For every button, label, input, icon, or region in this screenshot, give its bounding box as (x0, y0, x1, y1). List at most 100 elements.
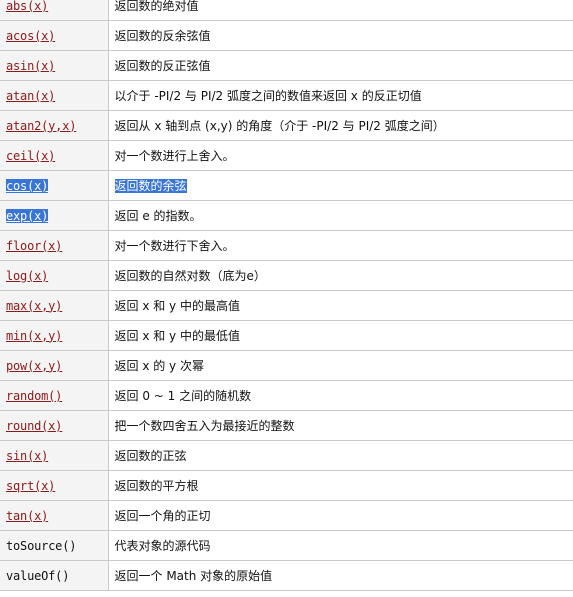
method-description-cell: 返回 e 的指数。 (108, 200, 573, 231)
method-name: toSource() (6, 538, 77, 553)
method-description-cell: 返回从 x 轴到点 (x,y) 的角度（介于 -PI/2 与 PI/2 弧度之间… (108, 110, 573, 141)
table-row: acos(x) 返回数的反余弦值 (0, 20, 573, 51)
method-description: 返回数的绝对值 (114, 0, 199, 13)
method-link[interactable]: ceil(x) (6, 149, 55, 163)
method-description-cell: 返回数的正弦 (108, 440, 573, 471)
table-row: round(x) 把一个数四舍五入为最接近的整数 (0, 410, 573, 441)
method-description: 对一个数进行上舍入。 (114, 149, 235, 163)
method-link[interactable]: cos(x) (6, 178, 48, 193)
method-name-cell: sin(x) (0, 440, 109, 471)
method-description-cell: 对一个数进行下舍入。 (108, 230, 573, 261)
method-name-cell: random() (0, 380, 109, 411)
method-description: 返回数的反余弦值 (114, 29, 211, 43)
method-name: valueOf() (6, 568, 70, 583)
method-link[interactable]: exp(x) (6, 208, 48, 223)
method-description-cell: 把一个数四舍五入为最接近的整数 (108, 410, 573, 441)
method-description: 返回数的反正弦值 (114, 59, 211, 73)
method-description: 返回数的正弦 (114, 449, 187, 463)
table-row: cos(x) 返回数的余弦 (0, 170, 573, 201)
method-description: 返回 x 的 y 次幂 (114, 359, 204, 373)
method-description: 返回数的平方根 (114, 479, 199, 493)
method-description: 以介于 -PI/2 与 PI/2 弧度之间的数值来返回 x 的反正切值 (114, 89, 422, 103)
table-row: atan(x) 以介于 -PI/2 与 PI/2 弧度之间的数值来返回 x 的反正… (0, 80, 573, 111)
table-row: min(x,y) 返回 x 和 y 中的最低值 (0, 320, 573, 351)
table-row: max(x,y) 返回 x 和 y 中的最高值 (0, 290, 573, 321)
method-description-cell: 返回数的自然对数（底为e） (108, 260, 573, 291)
method-description-cell: 返回数的反余弦值 (108, 20, 573, 51)
method-description: 返回一个角的正切 (114, 509, 211, 523)
method-description: 返回 e 的指数。 (114, 209, 202, 223)
method-name-cell: pow(x,y) (0, 350, 109, 381)
table-row: ceil(x) 对一个数进行上舍入。 (0, 140, 573, 171)
method-description: 把一个数四舍五入为最接近的整数 (114, 419, 295, 433)
method-description-cell: 返回 x 和 y 中的最高值 (108, 290, 573, 321)
method-link[interactable]: min(x,y) (6, 329, 62, 343)
math-methods-table-body: abs(x) 返回数的绝对值 acos(x) 返回数的反余弦值 asin(x) 返回数的反… (0, 0, 573, 591)
table-row: exp(x) 返回 e 的指数。 (0, 200, 573, 231)
method-link[interactable]: tan(x) (6, 509, 48, 523)
method-link[interactable]: atan2(y,x) (6, 119, 76, 133)
method-name-cell: cos(x) (0, 170, 109, 201)
method-name-cell: round(x) (0, 410, 109, 441)
table-row: abs(x) 返回数的绝对值 (0, 0, 573, 21)
method-link[interactable]: log(x) (6, 269, 48, 283)
method-description: 返回 x 和 y 中的最高值 (114, 299, 240, 313)
method-name-cell: sqrt(x) (0, 470, 109, 501)
method-description-cell: 返回数的绝对值 (108, 0, 573, 21)
method-description: 返回一个 Math 对象的原始值 (114, 569, 273, 583)
method-description: 代表对象的源代码 (114, 539, 211, 553)
method-description-cell: 返回 x 的 y 次幂 (108, 350, 573, 381)
method-description-cell: 以介于 -PI/2 与 PI/2 弧度之间的数值来返回 x 的反正切值 (108, 80, 573, 111)
method-name-cell: atan(x) (0, 80, 109, 111)
table-row: atan2(y,x) 返回从 x 轴到点 (x,y) 的角度（介于 -PI/2 与… (0, 110, 573, 141)
method-name-cell: max(x,y) (0, 290, 109, 321)
table-row: random() 返回 0 ~ 1 之间的随机数 (0, 380, 573, 411)
method-link[interactable]: sqrt(x) (6, 479, 55, 493)
math-methods-table: abs(x) 返回数的绝对值 acos(x) 返回数的反余弦值 asin(x) 返回数的反… (0, 0, 573, 591)
method-name-cell: acos(x) (0, 20, 109, 51)
method-description: 返回数的余弦 (114, 179, 187, 193)
method-description-cell: 代表对象的源代码 (108, 530, 573, 561)
method-description-cell: 返回数的反正弦值 (108, 50, 573, 81)
method-name-cell: abs(x) (0, 0, 109, 21)
method-link[interactable]: max(x,y) (6, 299, 62, 313)
method-description: 返回从 x 轴到点 (x,y) 的角度（介于 -PI/2 与 PI/2 弧度之间… (114, 119, 445, 133)
method-name-cell: exp(x) (0, 200, 109, 231)
table-row: floor(x) 对一个数进行下舍入。 (0, 230, 573, 261)
method-link[interactable]: random() (6, 389, 62, 403)
method-description-cell: 返回 0 ~ 1 之间的随机数 (108, 380, 573, 411)
method-description-cell: 返回 x 和 y 中的最低值 (108, 320, 573, 351)
method-name-cell: tan(x) (0, 500, 109, 531)
table-row: toSource() 代表对象的源代码 (0, 530, 573, 561)
method-link[interactable]: atan(x) (6, 89, 55, 103)
method-name-cell: floor(x) (0, 230, 109, 261)
method-link[interactable]: pow(x,y) (6, 359, 62, 373)
method-name-cell: asin(x) (0, 50, 109, 81)
method-description: 返回 0 ~ 1 之间的随机数 (114, 389, 252, 403)
method-description-cell: 返回一个角的正切 (108, 500, 573, 531)
method-link[interactable]: round(x) (6, 419, 62, 433)
table-row: pow(x,y) 返回 x 的 y 次幂 (0, 350, 573, 381)
table-row: log(x) 返回数的自然对数（底为e） (0, 260, 573, 291)
method-description-cell: 返回数的平方根 (108, 470, 573, 501)
method-description: 对一个数进行下舍入。 (114, 239, 235, 253)
method-description-cell: 返回一个 Math 对象的原始值 (108, 560, 573, 591)
table-row: sin(x) 返回数的正弦 (0, 440, 573, 471)
method-name-cell: ceil(x) (0, 140, 109, 171)
method-link[interactable]: abs(x) (6, 0, 48, 13)
method-name-cell: atan2(y,x) (0, 110, 109, 141)
method-description-cell: 对一个数进行上舍入。 (108, 140, 573, 171)
method-name-cell: toSource() (0, 530, 109, 561)
method-link[interactable]: acos(x) (6, 29, 55, 43)
method-link[interactable]: sin(x) (6, 449, 48, 463)
method-description: 返回数的自然对数（底为e） (114, 269, 266, 283)
method-name-cell: valueOf() (0, 560, 109, 591)
method-link[interactable]: floor(x) (6, 239, 62, 253)
method-description-cell: 返回数的余弦 (108, 170, 573, 201)
table-row: tan(x) 返回一个角的正切 (0, 500, 573, 531)
method-name-cell: log(x) (0, 260, 109, 291)
method-description: 返回 x 和 y 中的最低值 (114, 329, 240, 343)
table-row: sqrt(x) 返回数的平方根 (0, 470, 573, 501)
method-link[interactable]: asin(x) (6, 59, 55, 73)
table-row: asin(x) 返回数的反正弦值 (0, 50, 573, 81)
